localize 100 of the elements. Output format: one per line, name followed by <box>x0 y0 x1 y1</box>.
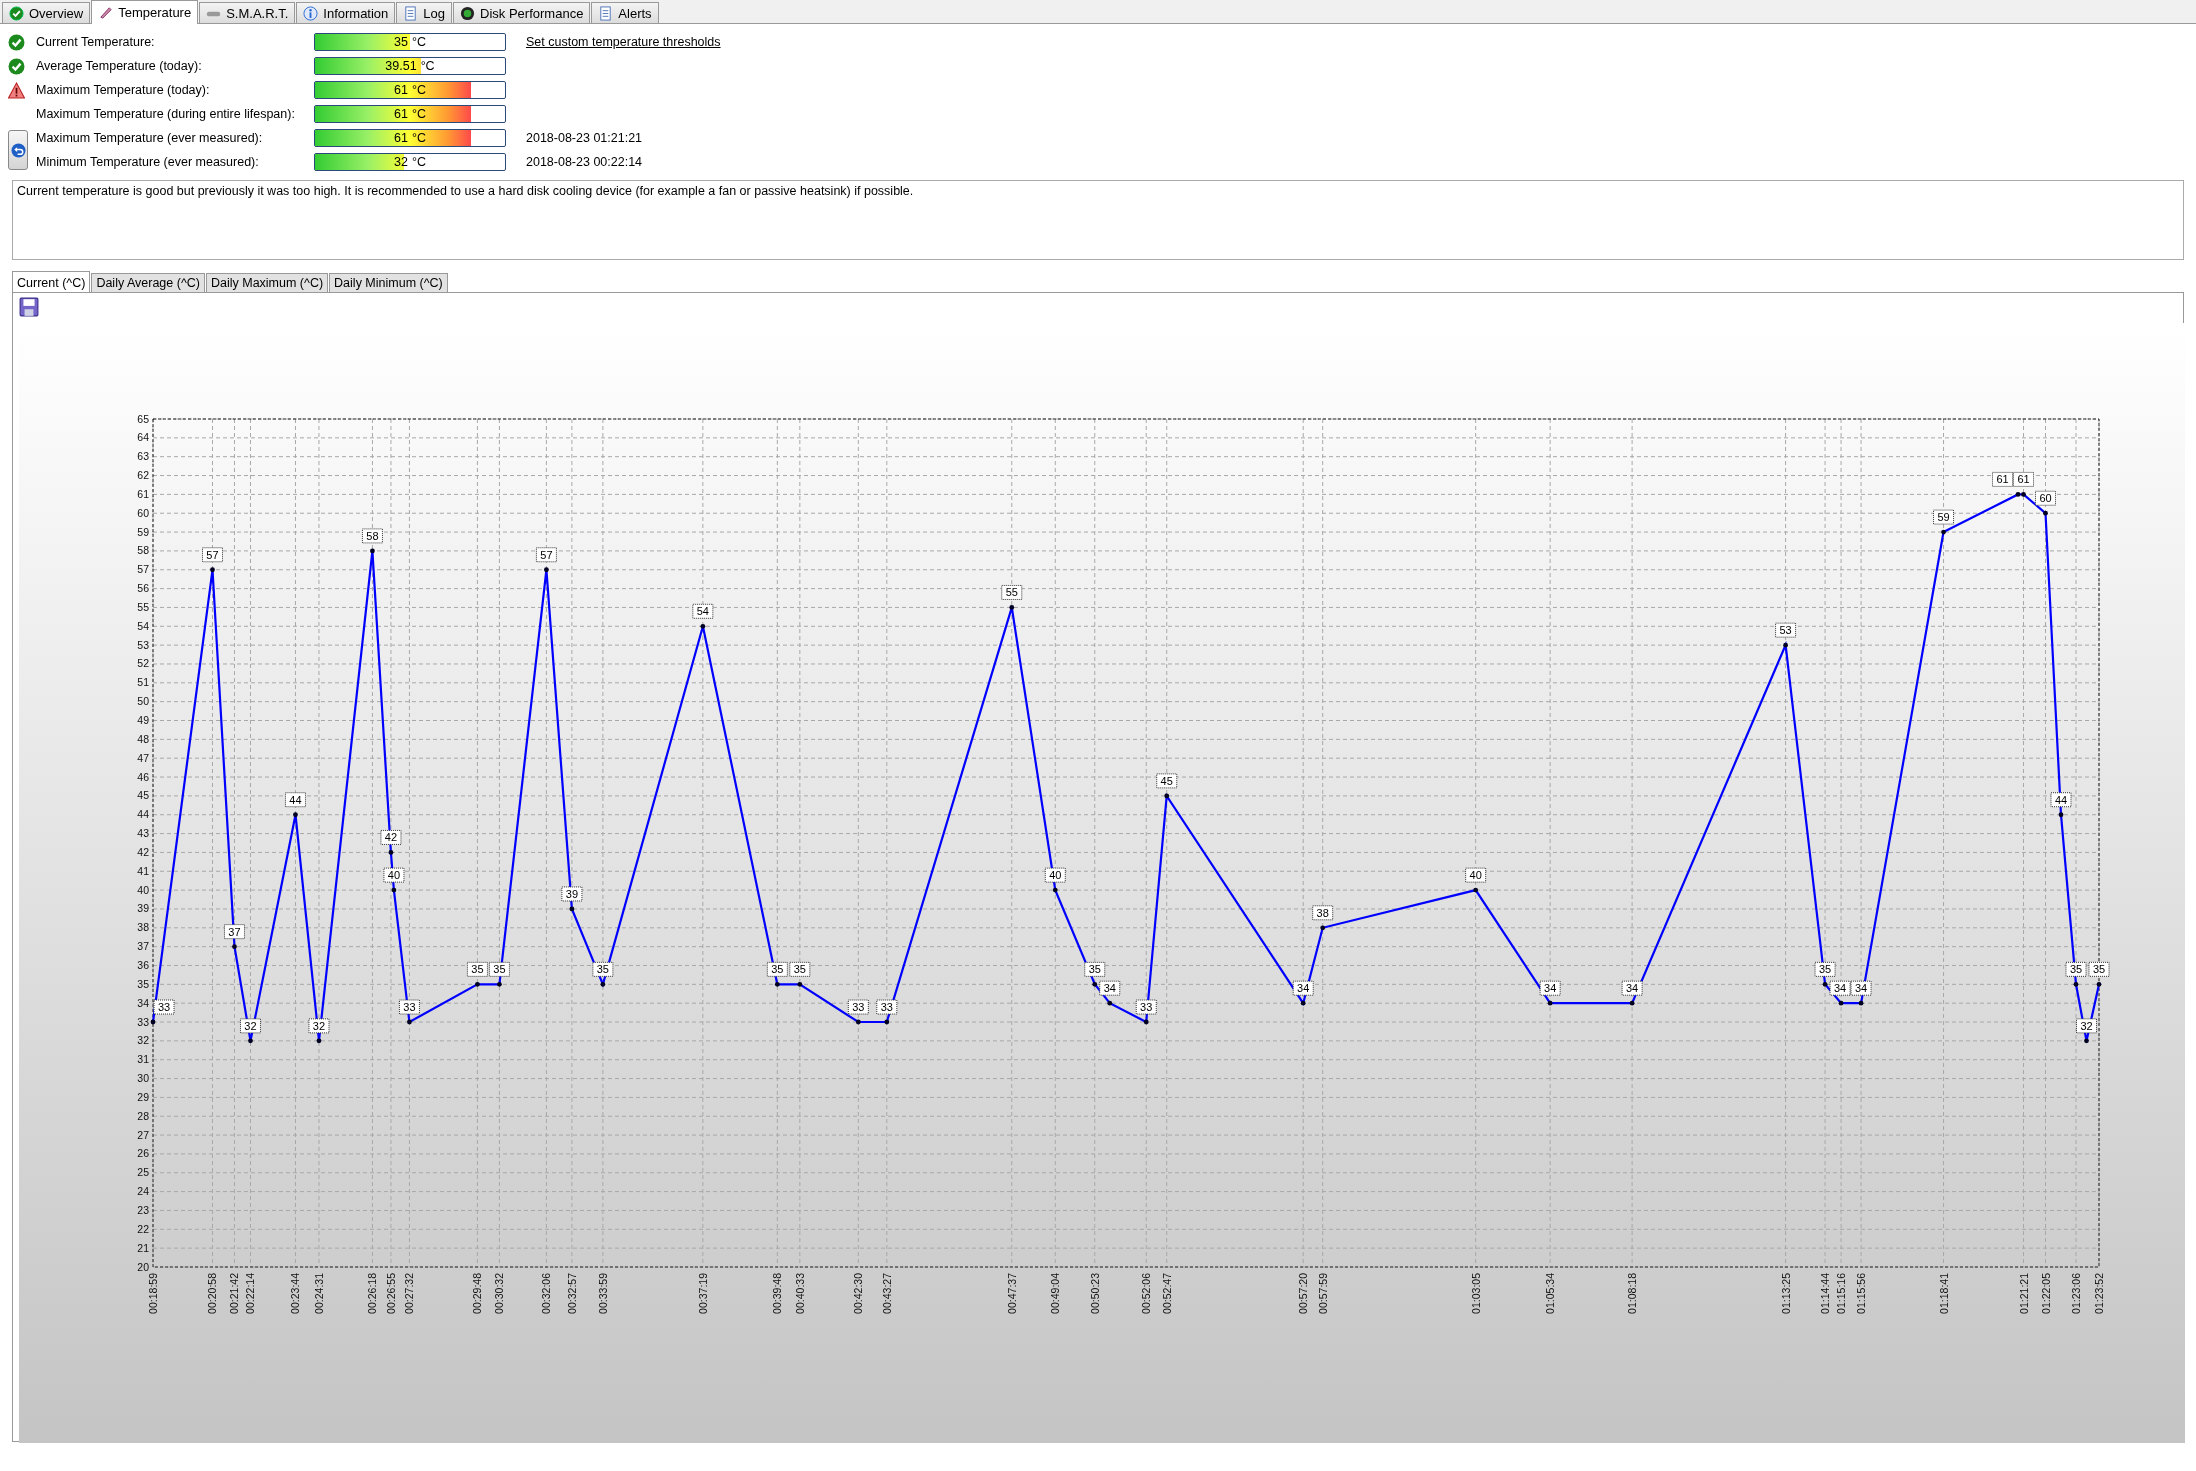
data-point <box>600 981 606 987</box>
y-tick-label: 52 <box>137 657 149 670</box>
data-label: 39 <box>565 887 579 900</box>
x-tick-label: 01:05:34 <box>1544 1273 1557 1314</box>
chart-tab[interactable]: Current (^C) <box>12 271 91 293</box>
x-tick-label: 00:32:57 <box>565 1273 578 1314</box>
data-point <box>569 906 575 912</box>
tab-icon <box>598 5 614 21</box>
tab-icon <box>9 5 24 21</box>
reading-label: Maximum Temperature (during entire lifespan): <box>35 107 296 121</box>
data-label: 59 <box>1933 509 1955 525</box>
data-label: 55 <box>1001 584 1023 600</box>
data-point <box>1009 605 1015 610</box>
reset-button[interactable] <box>8 130 28 170</box>
data-label: 53 <box>1775 622 1797 638</box>
data-label: 57 <box>535 547 557 563</box>
y-tick-label: 44 <box>137 808 149 821</box>
x-tick-label: 00:40:33 <box>793 1273 806 1314</box>
tab[interactable]: Overview <box>2 2 91 23</box>
y-tick-label: 51 <box>137 676 149 689</box>
meter-value: 61 <box>394 83 408 97</box>
data-label: 44 <box>2054 793 2068 806</box>
data-label: 34 <box>1297 982 1310 995</box>
data-label: 34 <box>1625 982 1639 995</box>
data-label: 35 <box>493 963 506 976</box>
data-point <box>1107 1000 1113 1006</box>
meter-unit: °C <box>411 35 426 49</box>
data-label: 33 <box>876 999 898 1015</box>
tab[interactable]: Disk Performance <box>453 2 591 23</box>
reading-label: Average Temperature (today): <box>35 59 203 73</box>
data-label: 32 <box>240 1018 261 1034</box>
chart-tab[interactable]: Daily Maximum (^C) <box>205 273 329 292</box>
data-point <box>1473 887 1479 893</box>
y-tick-label: 62 <box>137 469 149 482</box>
y-tick-label: 24 <box>137 1185 149 1198</box>
x-tick-label: 00:18:59 <box>147 1273 159 1314</box>
y-tick-label: 57 <box>137 563 149 576</box>
thresholds-link[interactable]: Set custom temperature thresholds <box>526 35 721 49</box>
tab-icon <box>303 5 319 21</box>
tab[interactable]: Information <box>296 2 396 23</box>
y-tick-label: 38 <box>137 921 149 934</box>
data-label: 40 <box>383 867 405 883</box>
y-tick-label: 50 <box>137 695 149 708</box>
meter-value: 35 <box>394 35 408 49</box>
tab[interactable]: Log <box>396 2 453 23</box>
y-tick-label: 26 <box>137 1147 149 1160</box>
data-label: 33 <box>1135 999 1157 1015</box>
data-label: 33 <box>847 999 869 1015</box>
x-tick-label: 00:23:44 <box>289 1273 302 1314</box>
x-tick-label: 00:26:55 <box>384 1273 397 1314</box>
data-label: 35 <box>766 961 788 977</box>
data-point <box>774 981 780 987</box>
data-point <box>855 1019 861 1025</box>
data-point <box>1143 1019 1149 1025</box>
data-label: 61 <box>2013 471 2034 487</box>
data-point <box>407 1019 412 1025</box>
chart-tab[interactable]: Daily Average (^C) <box>91 273 205 292</box>
data-label: 35 <box>1088 963 1101 976</box>
x-tick-label: 00:39:48 <box>771 1273 784 1314</box>
data-label: 35 <box>471 963 484 976</box>
data-label: 57 <box>202 547 223 563</box>
x-tick-label: 00:50:23 <box>1088 1273 1101 1314</box>
data-label: 32 <box>244 1019 257 1032</box>
save-icon[interactable] <box>19 297 39 317</box>
x-tick-label: 01:14:44 <box>1819 1273 1832 1314</box>
tab[interactable]: Alerts <box>591 2 659 23</box>
data-label: 35 <box>1818 963 1832 976</box>
undo-icon <box>10 142 26 158</box>
meter-unit: °C <box>411 83 426 97</box>
data-point <box>1822 981 1828 987</box>
data-label: 33 <box>403 1001 416 1014</box>
data-point <box>2084 1038 2089 1044</box>
data-label: 40 <box>1469 869 1482 882</box>
x-tick-label: 00:21:42 <box>228 1273 241 1314</box>
timestamp: 2018-08-23 00:22:14 <box>526 155 643 169</box>
data-point <box>370 548 375 554</box>
chart-tab[interactable]: Daily Minimum (^C) <box>329 273 448 292</box>
x-tick-label: 00:52:47 <box>1160 1273 1173 1314</box>
y-tick-label: 35 <box>137 977 149 990</box>
data-label: 32 <box>312 1019 326 1032</box>
data-label: 42 <box>380 829 402 845</box>
data-point <box>391 887 397 893</box>
x-tick-label: 00:52:06 <box>1140 1273 1153 1314</box>
tab[interactable]: Temperature <box>91 0 199 24</box>
tab[interactable]: S.M.A.R.T. <box>199 2 296 23</box>
y-tick-label: 61 <box>137 487 149 500</box>
x-tick-label: 01:03:05 <box>1469 1273 1482 1314</box>
data-label: 32 <box>2080 1019 2093 1032</box>
y-tick-label: 42 <box>137 845 149 858</box>
data-label: 34 <box>1621 980 1643 996</box>
data-label: 44 <box>284 792 306 808</box>
y-tick-label: 63 <box>137 450 149 463</box>
y-tick-label: 34 <box>137 996 149 1009</box>
data-point <box>797 981 803 987</box>
reading-label: Maximum Temperature (today): <box>35 83 211 97</box>
y-tick-label: 25 <box>137 1166 149 1179</box>
x-tick-label: 00:30:32 <box>493 1273 506 1314</box>
data-point <box>1052 887 1058 893</box>
data-label: 33 <box>153 999 175 1015</box>
x-tick-label: 01:15:16 <box>1835 1273 1848 1314</box>
